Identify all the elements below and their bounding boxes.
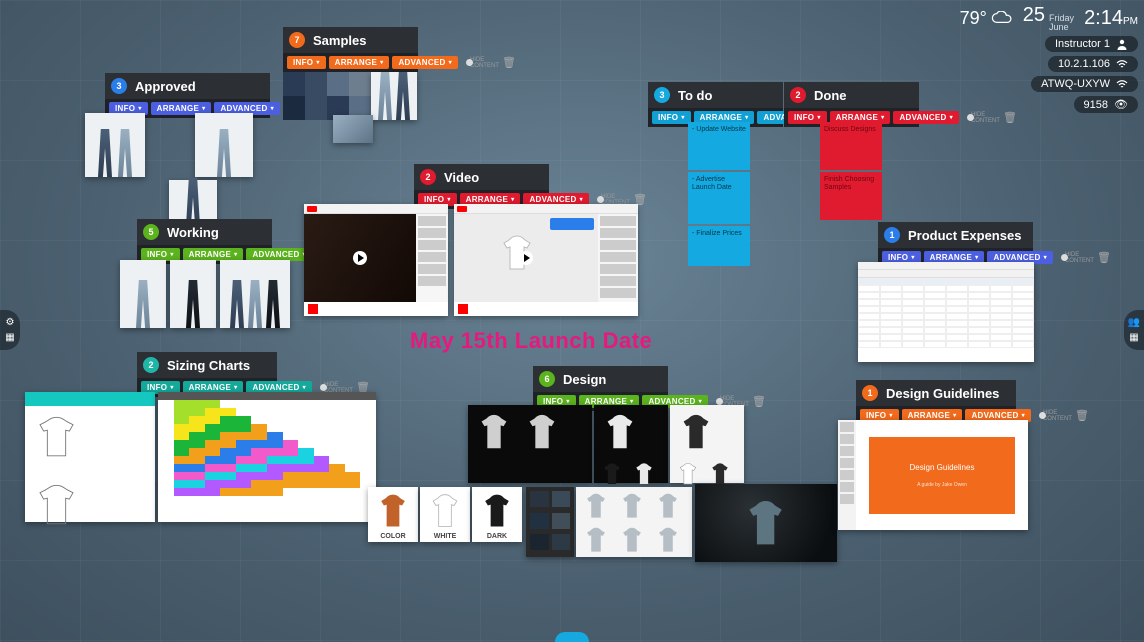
sample-image-extra[interactable]: [333, 115, 373, 143]
grid-icon: ▦: [1129, 332, 1138, 343]
left-drawer-handle[interactable]: ⚙▦: [0, 310, 20, 350]
panel-title: Samples: [313, 33, 412, 48]
todo-card-3[interactable]: - Finalize Prices: [688, 226, 750, 266]
panel-guidelines[interactable]: 1 Design Guidelines INFO▾ ARRANGE▾ ADVAN…: [856, 380, 1016, 425]
youtube-icon: [307, 206, 317, 212]
ip-pill[interactable]: 10.2.1.106: [1048, 56, 1138, 72]
panel-badge: 3: [654, 87, 670, 103]
done-card-1[interactable]: Discuss Designs: [820, 122, 882, 170]
gear-icon: ⚙: [6, 317, 15, 328]
people-icon: 👥: [1128, 317, 1140, 328]
wifi-icon: [1116, 58, 1128, 70]
wifi-icon: [1116, 78, 1128, 90]
panel-title: Working: [167, 225, 266, 240]
counter-pill[interactable]: 9158 👁: [1074, 96, 1138, 113]
panel-badge: 2: [420, 169, 436, 185]
trash-icon[interactable]: 🗑: [1003, 111, 1017, 124]
panel-title: Product Expenses: [908, 228, 1027, 243]
working-image-3[interactable]: [220, 260, 290, 328]
room-code-pill[interactable]: ATWQ-UXYW: [1031, 76, 1138, 92]
todo-card-2[interactable]: - Advertise Launch Date: [688, 172, 750, 224]
panel-todo[interactable]: 3 To do INFO▾ ARRANGE▾ ADVANCED▾ HIDE CO…: [648, 82, 783, 127]
slides-thumb[interactable]: Design Guidelines A guide by Jake Owen: [838, 420, 1028, 530]
arrange-button[interactable]: ARRANGE▾: [329, 56, 390, 69]
right-drawer-handle[interactable]: 👥▦: [1124, 310, 1144, 350]
panel-toolbar: INFO▾ ARRANGE▾ ADVANCED▾ HIDE CONTENT 🗑: [283, 53, 418, 72]
design-panel-black[interactable]: [594, 405, 668, 483]
panel-title: Design: [563, 372, 662, 387]
tee-card-color[interactable]: COLOR: [368, 487, 418, 542]
bottom-drawer-handle[interactable]: [555, 632, 589, 642]
panel-expenses[interactable]: 1 Product Expenses INFO▾ ARRANGE▾ ADVANC…: [878, 222, 1033, 267]
panel-badge: 6: [539, 371, 555, 387]
user-pill[interactable]: Instructor 1: [1045, 36, 1138, 52]
info-button[interactable]: INFO▾: [652, 111, 691, 124]
launch-date-text: May 15th Launch Date: [410, 328, 652, 354]
cloud-icon: [991, 11, 1013, 25]
design-panel-gray[interactable]: [468, 405, 592, 483]
panel-badge: 2: [143, 357, 159, 373]
working-image-2[interactable]: [170, 260, 216, 328]
eye-icon: 👁: [1114, 98, 1128, 111]
advanced-button[interactable]: ADVANCED▾: [392, 56, 457, 69]
panel-badge: 3: [111, 78, 127, 94]
youtube-icon: [457, 206, 467, 212]
trash-icon[interactable]: 🗑: [502, 56, 516, 69]
panel-approved[interactable]: 3 Approved INFO▾ ARRANGE▾ ADVANCED▾ HIDE…: [105, 73, 270, 118]
sample-swatches: [283, 72, 418, 120]
sizing-table[interactable]: [158, 392, 376, 522]
panel-title: Video: [444, 170, 543, 185]
video-thumb-2[interactable]: [454, 204, 638, 316]
tee-lineup[interactable]: [576, 487, 692, 557]
trash-icon[interactable]: 🗑: [1075, 409, 1089, 422]
tee-card-white[interactable]: WHITE: [420, 487, 470, 542]
advanced-button[interactable]: ADVANCED▾: [893, 111, 958, 124]
play-icon: [353, 251, 367, 265]
play-icon: [519, 251, 533, 265]
panel-title: Sizing Charts: [167, 358, 271, 373]
panel-video[interactable]: 2 Video INFO▾ ARRANGE▾ ADVANCED▾ HIDE CO…: [414, 164, 549, 209]
panel-badge: 5: [143, 224, 159, 240]
panel-title: Done: [814, 88, 913, 103]
weather: 79°: [960, 8, 1013, 29]
panel-sizing[interactable]: 2 Sizing Charts INFO▾ ARRANGE▾ ADVANCED▾…: [137, 352, 277, 397]
working-image-1[interactable]: [120, 260, 166, 328]
video-thumb-1[interactable]: [304, 204, 448, 316]
trash-icon[interactable]: 🗑: [752, 395, 766, 408]
approved-image-1[interactable]: [85, 113, 145, 177]
spreadsheet-thumb[interactable]: [858, 262, 1034, 362]
panel-title: To do: [678, 88, 777, 103]
fabric-swatches[interactable]: [526, 487, 574, 557]
panel-badge: 7: [289, 32, 305, 48]
panel-title: Design Guidelines: [886, 386, 1010, 401]
grid-icon: ▦: [5, 332, 14, 343]
sizing-diagram[interactable]: [25, 392, 155, 522]
info-button[interactable]: INFO▾: [287, 56, 326, 69]
clock: 2:14PM: [1084, 7, 1138, 30]
tee-card-dark[interactable]: DARK: [472, 487, 522, 542]
panel-done[interactable]: 2 Done INFO▾ ARRANGE▾ ADVANCED▾ HIDE CON…: [784, 82, 919, 127]
panel-badge: 1: [884, 227, 900, 243]
panel-badge: 2: [790, 87, 806, 103]
todo-card-1[interactable]: - Update Website: [688, 122, 750, 170]
design-panel-white[interactable]: [670, 405, 744, 483]
status-bar: 79° 25 Friday June 2:14PM Instructor 1 1…: [960, 4, 1138, 113]
panel-working[interactable]: 5 Working INFO▾ ARRANGE▾ ADVANCED▾ HIDE …: [137, 219, 272, 264]
tee-3d-render[interactable]: [695, 484, 837, 562]
panel-samples[interactable]: 7 Samples INFO▾ ARRANGE▾ ADVANCED▾ HIDE …: [283, 27, 418, 120]
panel-badge: 1: [862, 385, 878, 401]
person-icon: [1116, 38, 1128, 50]
temperature: 79°: [960, 8, 987, 29]
slide-subtitle: A guide by Jake Owen: [917, 482, 967, 488]
panel-title: Approved: [135, 79, 264, 94]
done-card-2[interactable]: Finish Choosing Samples: [820, 172, 882, 220]
approved-image-2[interactable]: [195, 113, 253, 177]
trash-icon[interactable]: 🗑: [1097, 251, 1111, 264]
date: 25 Friday June: [1023, 4, 1074, 32]
slide-title: Design Guidelines: [910, 463, 975, 472]
